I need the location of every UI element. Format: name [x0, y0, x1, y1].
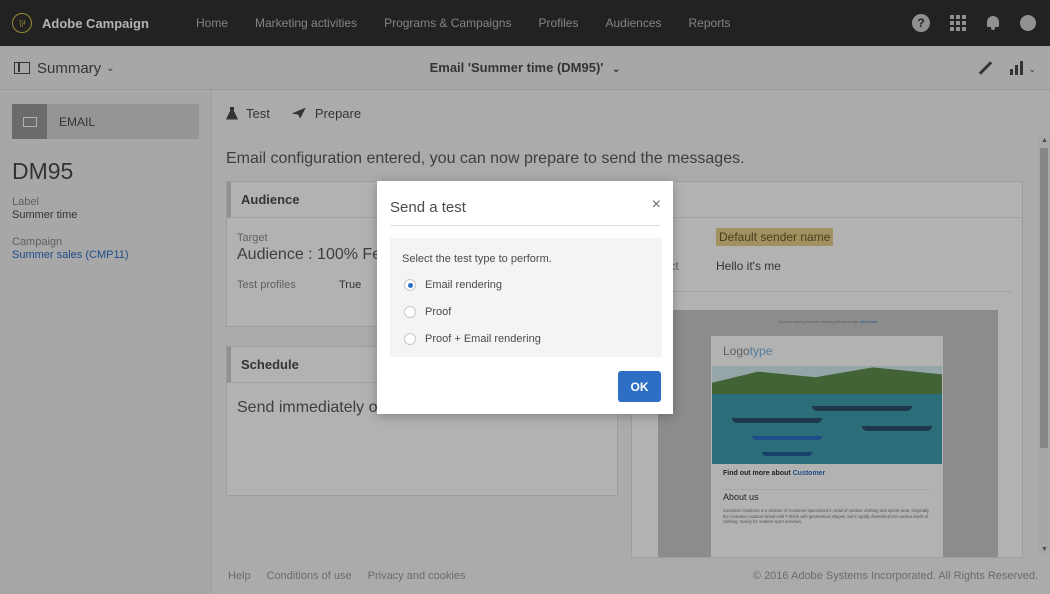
close-icon[interactable]: ×: [652, 195, 661, 215]
option-label: Proof + Email rendering: [425, 333, 541, 345]
dialog-body: Select the test type to perform. Email r…: [390, 238, 662, 357]
option-proof-email-rendering[interactable]: Proof + Email rendering: [404, 333, 541, 345]
radio-selected[interactable]: [404, 279, 416, 291]
send-test-dialog: Send a test × Select the test type to pe…: [377, 181, 673, 414]
test-type-prompt: Select the test type to perform.: [402, 253, 552, 265]
option-email-rendering[interactable]: Email rendering: [404, 279, 502, 291]
radio-unselected[interactable]: [404, 333, 416, 345]
ok-button[interactable]: OK: [618, 371, 661, 402]
dialog-divider: [390, 225, 660, 226]
option-proof[interactable]: Proof: [404, 306, 451, 318]
option-label: Email rendering: [425, 279, 503, 291]
option-label: Proof: [425, 306, 452, 318]
dialog-title: Send a test: [390, 199, 466, 216]
radio-unselected[interactable]: [404, 306, 416, 318]
